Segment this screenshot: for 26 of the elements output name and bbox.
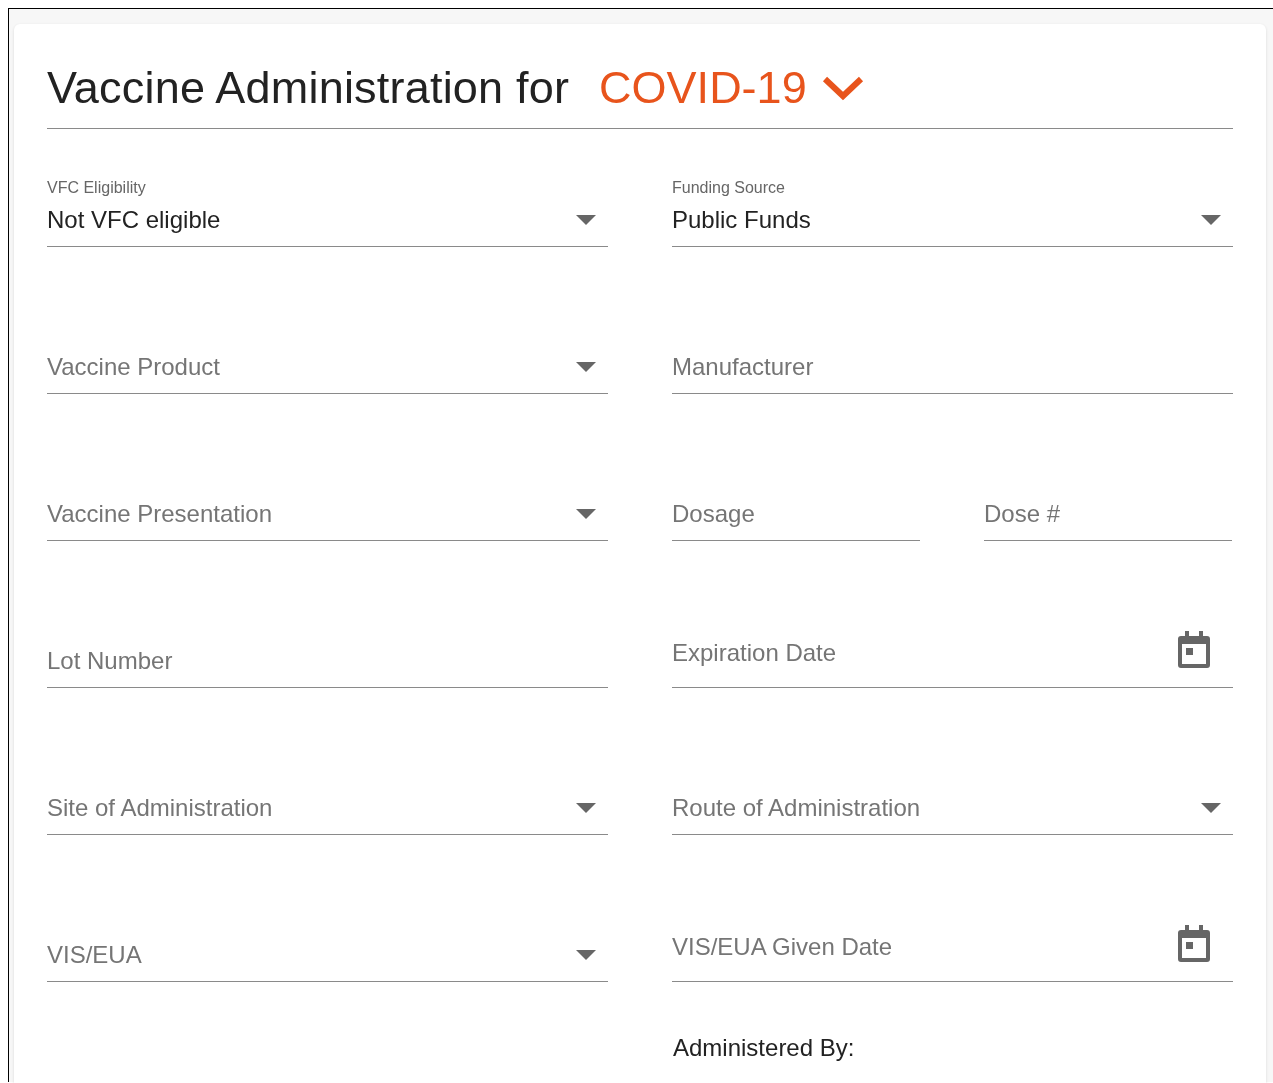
text-field[interactable]: Manufacturer xyxy=(672,314,1233,394)
dropdown-caret-icon xyxy=(576,215,596,225)
dropdown-field[interactable]: VIS/EUA xyxy=(47,902,608,982)
form-title: Vaccine Administration for xyxy=(47,62,570,114)
date-field[interactable]: Expiration Date xyxy=(672,608,1233,688)
dropdown-caret-icon xyxy=(576,509,596,519)
dropdown-caret-icon xyxy=(1201,215,1221,225)
dropdown-caret-icon xyxy=(1201,803,1221,813)
dropdown-caret-icon xyxy=(576,362,596,372)
administered-by-label: Administered By: xyxy=(673,1034,856,1062)
text-field[interactable]: Dose # xyxy=(984,461,1232,541)
dropdown-field[interactable]: Site of Administration xyxy=(47,755,608,835)
dropdown-caret-icon xyxy=(576,950,596,960)
calendar-icon xyxy=(1177,631,1211,669)
dropdown-field[interactable]: Vaccine Product xyxy=(47,314,608,394)
dropdown-field[interactable]: Route of Administration xyxy=(672,755,1233,835)
chevron-down-icon xyxy=(820,75,865,101)
date-field[interactable]: VIS/EUA Given Date xyxy=(672,902,1233,982)
calendar-icon xyxy=(1177,925,1211,963)
dropdown-field[interactable]: Vaccine Presentation xyxy=(47,461,608,541)
dropdown-caret-icon xyxy=(576,803,596,813)
vaccine-selector[interactable]: COVID-19 xyxy=(599,62,865,114)
text-field[interactable]: Dosage xyxy=(672,461,920,541)
dropdown-field[interactable]: Funding Source Public Funds xyxy=(672,167,1233,247)
dropdown-field[interactable]: VFC Eligibility Not VFC eligible xyxy=(47,167,608,247)
text-field[interactable]: Lot Number xyxy=(47,608,608,688)
